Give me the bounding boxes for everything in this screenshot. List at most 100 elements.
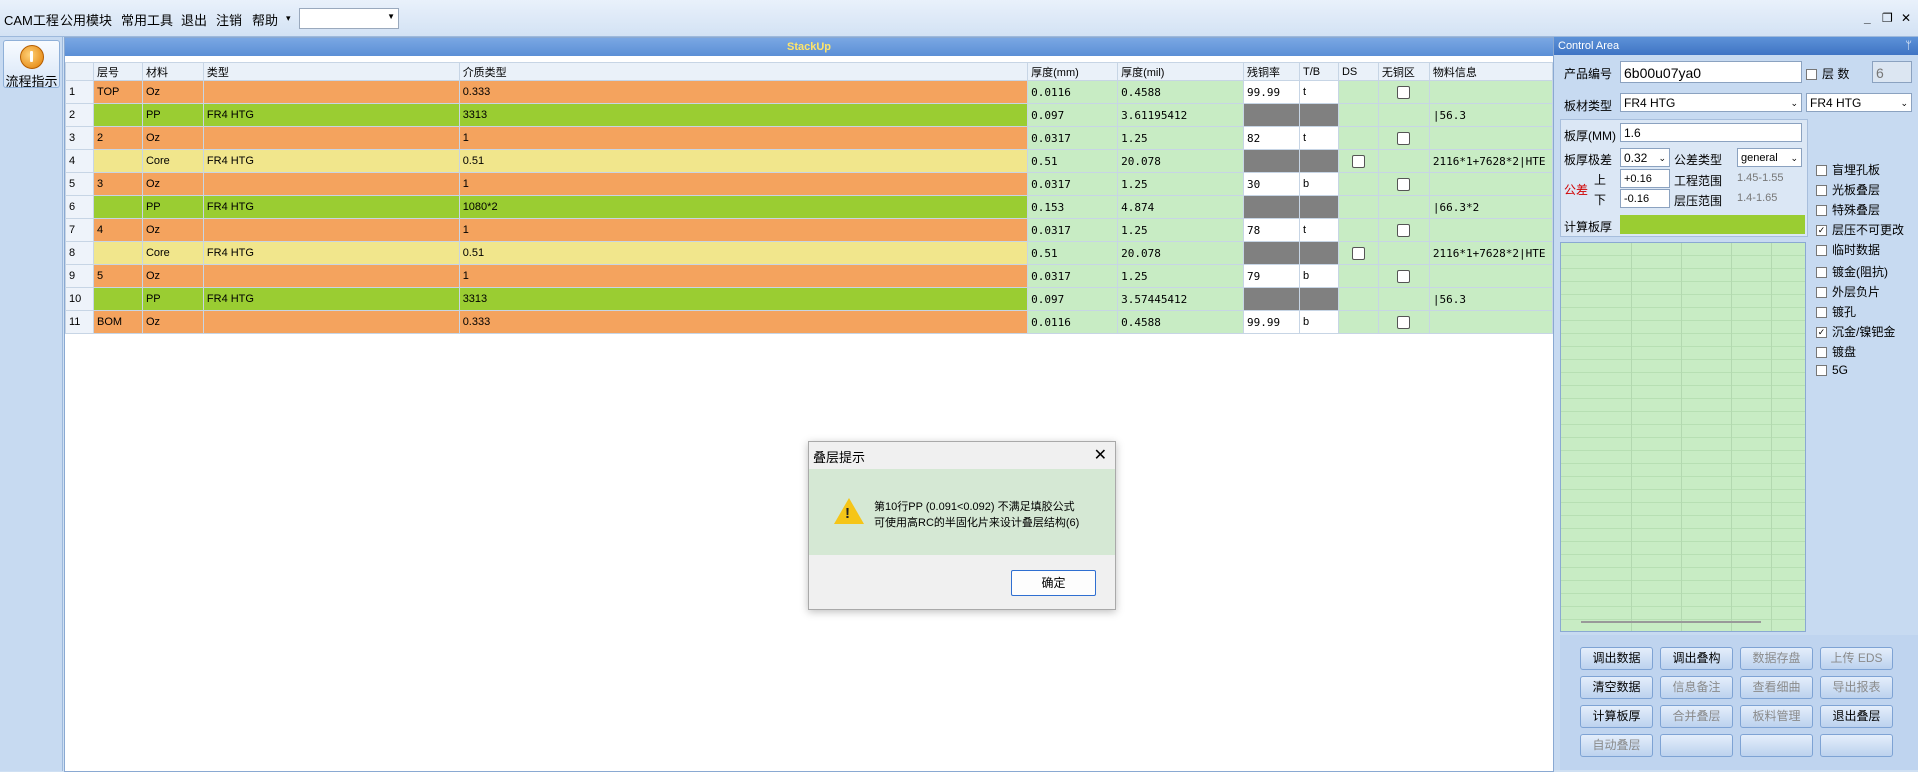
cell-tb[interactable]: t — [1298, 218, 1339, 242]
cell-material[interactable]: Oz — [141, 172, 204, 196]
pin-icon[interactable]: ᛘ — [1905, 37, 1912, 55]
cell-tb[interactable]: b — [1298, 310, 1339, 334]
cell-layer[interactable]: BOM — [92, 310, 143, 334]
checkbox-box[interactable] — [1816, 347, 1827, 359]
cell-no-copper[interactable] — [1377, 195, 1430, 219]
no-copper-checkbox[interactable] — [1397, 85, 1411, 99]
cell-material[interactable]: PP — [141, 103, 204, 127]
action-button[interactable]: 计算板厚 — [1580, 705, 1653, 728]
cell-ds[interactable] — [1337, 149, 1379, 173]
cell-copper-rate[interactable]: 78 — [1243, 218, 1300, 242]
cell-layer[interactable]: 3 — [92, 172, 143, 196]
cell-tb[interactable] — [1298, 241, 1339, 265]
option-checkbox[interactable]: ✓ 沉金/镍钯金 — [1816, 323, 1895, 340]
action-button[interactable]: 数据存盘 — [1740, 647, 1813, 670]
checkbox-box[interactable] — [1816, 287, 1827, 299]
table-row[interactable]: 10 PP FR4 HTG 3313 0.097 3.57445412 |56.3 — [65, 287, 1554, 311]
option-checkbox[interactable]: 5G — [1816, 363, 1848, 377]
cell-material-info[interactable]: 2116*1+7628*2|HTE — [1428, 149, 1554, 173]
cell-no-copper[interactable] — [1377, 126, 1430, 150]
action-button[interactable]: 信息备注 — [1660, 676, 1733, 699]
cell-layer[interactable] — [92, 241, 143, 265]
cell-type[interactable] — [202, 218, 460, 242]
col-header[interactable]: DS — [1337, 62, 1379, 81]
menu-exit[interactable]: 退出 — [181, 10, 207, 29]
empty-button[interactable] — [1740, 734, 1813, 757]
row-number[interactable]: 7 — [65, 218, 94, 242]
close-button[interactable]: ✕ — [1901, 11, 1911, 25]
table-row[interactable]: 5 3 Oz 1 0.0317 1.25 30 b — [65, 172, 1554, 196]
cell-copper-rate[interactable] — [1243, 195, 1300, 219]
row-number[interactable]: 6 — [65, 195, 94, 219]
cell-thickness-mm[interactable]: 0.51 — [1027, 241, 1119, 265]
cell-tb[interactable] — [1298, 287, 1339, 311]
cell-thickness-mm[interactable]: 0.0317 — [1027, 172, 1119, 196]
action-button[interactable]: 退出叠层 — [1820, 705, 1893, 728]
cell-material-info[interactable]: |56.3 — [1428, 103, 1554, 127]
cell-thickness-mm[interactable]: 0.097 — [1027, 287, 1119, 311]
cell-copper-rate[interactable]: 82 — [1243, 126, 1300, 150]
cell-thickness-mil[interactable]: 20.078 — [1117, 149, 1245, 173]
cell-material-info[interactable]: 2116*1+7628*2|HTE — [1428, 241, 1554, 265]
cell-material[interactable]: Core — [141, 149, 204, 173]
cell-material[interactable]: Oz — [141, 80, 204, 104]
cell-no-copper[interactable] — [1377, 149, 1430, 173]
cell-layer[interactable] — [92, 149, 143, 173]
cell-material[interactable]: Oz — [141, 126, 204, 150]
dialog-ok-button[interactable]: 确定 — [1011, 570, 1096, 596]
row-number[interactable]: 5 — [65, 172, 94, 196]
action-button[interactable]: 上传 EDS — [1820, 647, 1893, 670]
cell-ds[interactable] — [1337, 172, 1379, 196]
cell-layer[interactable] — [92, 287, 143, 311]
cell-thickness-mil[interactable]: 0.4588 — [1117, 80, 1245, 104]
table-row[interactable]: 8 Core FR4 HTG 0.51 0.51 20.078 2116*1+7628*2|… — [65, 241, 1554, 265]
no-copper-checkbox[interactable] — [1397, 223, 1411, 237]
cell-thickness-mm[interactable]: 0.0116 — [1027, 80, 1119, 104]
cell-copper-rate[interactable] — [1243, 103, 1300, 127]
cell-copper-rate[interactable] — [1243, 287, 1300, 311]
cell-thickness-mm[interactable]: 0.0317 — [1027, 218, 1119, 242]
checkbox-box[interactable] — [1816, 307, 1827, 319]
option-checkbox[interactable]: 镀金(阻抗) — [1816, 263, 1888, 280]
menu-cam-project[interactable]: CAM工程 — [4, 10, 59, 29]
option-checkbox[interactable]: 盲埋孔板 — [1816, 161, 1880, 178]
table-row[interactable]: 6 PP FR4 HTG 1080*2 0.153 4.874 |66.3*2 — [65, 195, 1554, 219]
lower-tolerance-field[interactable]: -0.16 — [1620, 189, 1670, 208]
row-number[interactable]: 9 — [65, 264, 94, 288]
col-header[interactable]: 厚度(mil) — [1117, 62, 1245, 81]
action-button[interactable]: 板料管理 — [1740, 705, 1813, 728]
cell-thickness-mil[interactable]: 1.25 — [1117, 126, 1245, 150]
cell-type[interactable]: FR4 HTG — [202, 241, 460, 265]
row-number[interactable]: 8 — [65, 241, 94, 265]
cell-no-copper[interactable] — [1377, 103, 1430, 127]
row-number[interactable]: 3 — [65, 126, 94, 150]
cell-copper-rate[interactable]: 79 — [1243, 264, 1300, 288]
layers-count-field[interactable]: 6 — [1872, 61, 1912, 83]
option-checkbox[interactable]: ✓ 层压不可更改 — [1816, 221, 1904, 238]
row-number[interactable]: 2 — [65, 103, 94, 127]
cell-no-copper[interactable] — [1377, 218, 1430, 242]
dialog-close-button[interactable]: ✕ — [1094, 445, 1107, 465]
menu-combo-box[interactable]: ▼ — [299, 8, 399, 29]
cell-tb[interactable] — [1298, 103, 1339, 127]
thickness-field[interactable]: 1.6 — [1620, 123, 1802, 142]
cell-type[interactable]: FR4 HTG — [202, 149, 460, 173]
table-row[interactable]: 9 5 Oz 1 0.0317 1.25 79 b — [65, 264, 1554, 288]
cell-type[interactable] — [202, 310, 460, 334]
layers-checkbox[interactable] — [1806, 69, 1817, 81]
table-row[interactable]: 7 4 Oz 1 0.0317 1.25 78 t — [65, 218, 1554, 242]
row-number[interactable]: 4 — [65, 149, 94, 173]
cell-thickness-mil[interactable]: 0.4588 — [1117, 310, 1245, 334]
col-header[interactable]: 材料 — [141, 62, 204, 81]
cell-medium[interactable]: 0.333 — [458, 310, 1029, 334]
cell-medium[interactable]: 1 — [458, 126, 1029, 150]
option-checkbox[interactable]: 镀盘 — [1816, 343, 1856, 360]
cell-no-copper[interactable] — [1377, 172, 1430, 196]
option-checkbox[interactable]: 外层负片 — [1816, 283, 1880, 300]
cell-medium[interactable]: 3313 — [458, 103, 1029, 127]
menu-overflow-arrow[interactable]: ▾ — [286, 13, 291, 24]
cell-ds[interactable] — [1337, 264, 1379, 288]
cell-thickness-mm[interactable]: 0.0116 — [1027, 310, 1119, 334]
option-checkbox[interactable]: 光板叠层 — [1816, 181, 1880, 198]
cell-thickness-mil[interactable]: 1.25 — [1117, 264, 1245, 288]
